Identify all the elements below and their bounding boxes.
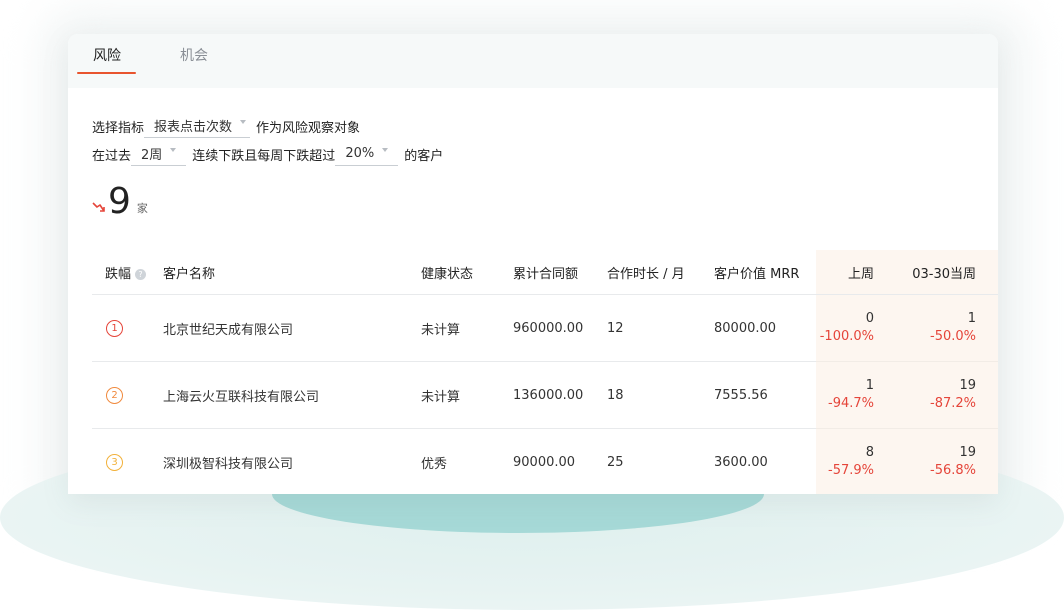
header-mrr: 客户价值 MRR (714, 250, 816, 295)
period-middle: 连续下跌且每周下跌超过 (192, 148, 336, 164)
this-week-value: 19 (959, 445, 976, 460)
table-row[interactable]: 1 北京世纪天成有限公司 未计算 960000.00 12 80000.00 0… (92, 294, 998, 362)
metric-suffix: 作为风险观察对象 (256, 120, 361, 136)
tab-risk[interactable]: 风险 (93, 45, 121, 65)
period-select[interactable]: 2周 (131, 142, 187, 166)
metric-row: 选择指标 报表点击次数 作为风险观察对象 (92, 112, 443, 140)
duration-months: 25 (607, 428, 714, 494)
mrr-value: 3600.00 (714, 428, 816, 494)
header-rank[interactable]: 跌幅? (92, 250, 163, 295)
last-week-value: 8 (865, 445, 874, 460)
this-week-cell: 19 -56.8% (896, 428, 998, 494)
health-status: 未计算 (421, 294, 506, 362)
active-tab-indicator (77, 72, 136, 74)
help-icon[interactable]: ? (135, 268, 147, 280)
tab-bar: 风险 机会 (68, 34, 998, 88)
rank-badge: 1 (106, 319, 123, 337)
metric-select-value: 报表点击次数 (154, 119, 233, 135)
table-row[interactable]: 2 上海云火互联科技有限公司 未计算 136000.00 18 7555.56 … (92, 361, 998, 429)
header-this-week: 03-30当周 (896, 250, 998, 295)
customer-name[interactable]: 上海云火互联科技有限公司 (163, 361, 421, 429)
health-status: 优秀 (421, 428, 506, 494)
period-suffix: 的客户 (404, 148, 444, 164)
rank-badge: 3 (106, 453, 123, 471)
rank-badge: 2 (106, 386, 123, 404)
header-contract: 累计合同额 (506, 250, 607, 295)
risk-customer-table: 跌幅? 客户名称 健康状态 累计合同额 合作时长 / 月 客户价值 MRR 上周… (92, 250, 998, 494)
last-week-cell: 8 -57.9% (816, 428, 896, 494)
rank-cell: 2 (92, 361, 163, 429)
caret-down-icon (240, 120, 247, 124)
this-week-pct: -87.2% (930, 396, 976, 411)
rank-cell: 1 (92, 294, 163, 362)
trend-down-icon (92, 202, 105, 212)
table-row[interactable]: 3 深圳极智科技有限公司 优秀 90000.00 25 3600.00 8 -5… (92, 428, 998, 494)
customer-name[interactable]: 北京世纪天成有限公司 (163, 294, 421, 362)
duration-months: 12 (607, 294, 714, 362)
period-row: 在过去 2周 连续下跌且每周下跌超过 20% 的客户 (92, 140, 443, 168)
caret-down-icon (382, 148, 389, 152)
header-last-week: 上周 (816, 250, 896, 295)
header-rank-label: 跌幅 (105, 266, 132, 282)
last-week-cell: 1 -94.7% (816, 361, 896, 429)
this-week-value: 1 (967, 311, 976, 326)
table-header-row: 跌幅? 客户名称 健康状态 累计合同额 合作时长 / 月 客户价值 MRR 上周… (92, 250, 998, 295)
rank-cell: 3 (92, 428, 163, 494)
threshold-select-value: 20% (345, 145, 375, 161)
last-week-cell: 0 -100.0% (816, 294, 896, 362)
duration-months: 18 (607, 361, 714, 429)
count-number: 9 (108, 181, 131, 222)
this-week-value: 19 (959, 378, 976, 393)
metric-prefix: 选择指标 (92, 120, 145, 136)
this-week-cell: 19 -87.2% (896, 361, 998, 429)
last-week-pct: -100.0% (819, 329, 874, 344)
threshold-select[interactable]: 20% (335, 142, 399, 166)
contract-amount: 136000.00 (506, 361, 607, 429)
mrr-value: 80000.00 (714, 294, 816, 362)
mrr-value: 7555.56 (714, 361, 816, 429)
customer-count: 9 家 (92, 184, 148, 220)
this-week-cell: 1 -50.0% (896, 294, 998, 362)
header-health: 健康状态 (421, 250, 506, 295)
last-week-value: 1 (865, 378, 874, 393)
last-week-pct: -94.7% (828, 396, 874, 411)
period-select-value: 2周 (141, 147, 163, 163)
tab-opportunity[interactable]: 机会 (180, 45, 208, 65)
count-unit: 家 (136, 202, 148, 215)
filter-controls: 选择指标 报表点击次数 作为风险观察对象 在过去 2周 连续下跌且每周下跌超过 … (92, 112, 443, 168)
customer-name[interactable]: 深圳极智科技有限公司 (163, 428, 421, 494)
contract-amount: 960000.00 (506, 294, 607, 362)
metric-select[interactable]: 报表点击次数 (144, 114, 251, 138)
this-week-pct: -50.0% (930, 329, 976, 344)
period-prefix: 在过去 (92, 148, 132, 164)
header-duration: 合作时长 / 月 (607, 250, 714, 295)
contract-amount: 90000.00 (506, 428, 607, 494)
health-status: 未计算 (421, 361, 506, 429)
last-week-value: 0 (865, 311, 874, 326)
risk-panel: 风险 机会 选择指标 报表点击次数 作为风险观察对象 在过去 2周 连续下跌且每… (68, 34, 998, 494)
this-week-pct: -56.8% (930, 463, 976, 478)
caret-down-icon (170, 148, 177, 152)
last-week-pct: -57.9% (828, 463, 874, 478)
header-name: 客户名称 (163, 250, 421, 295)
